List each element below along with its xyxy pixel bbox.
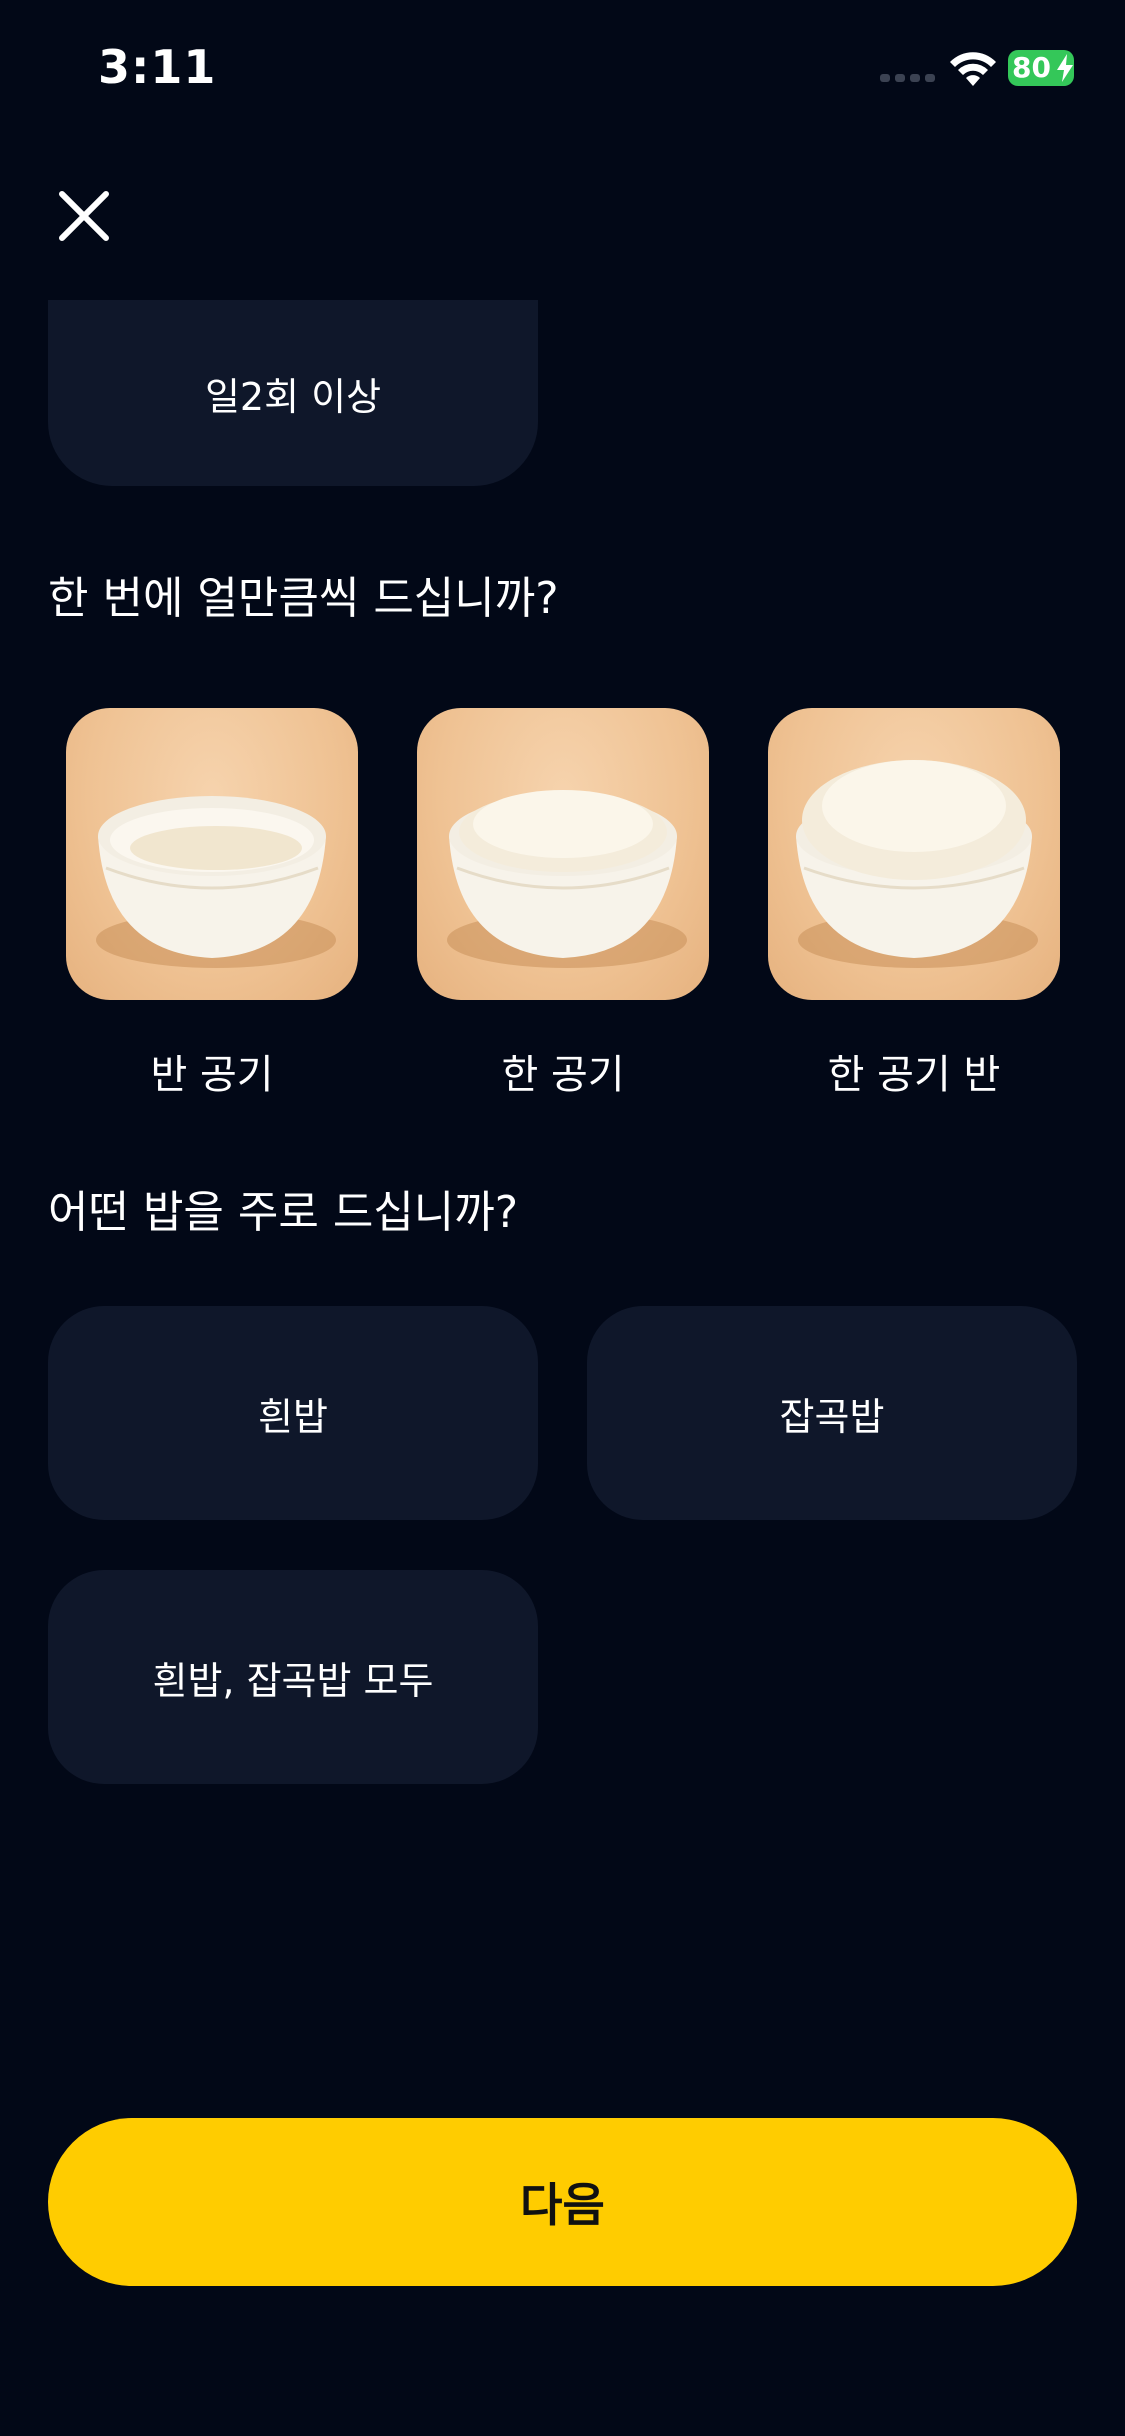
frequency-option-label: 일2회 이상 [204,374,382,419]
charging-icon [1057,54,1073,82]
signal-icon [880,74,936,84]
rice-option-label: 잡곡밥 [779,1394,885,1439]
one-half-bowl-image [796,760,1038,968]
frequency-option-twice-daily[interactable]: 일2회 이상 [48,300,538,486]
survey-screen: 3:11 80 일2회 이상 한 번에 얼만큼씩 드십니까? 반 공기 한 공기… [0,0,1125,2436]
bowl-option-half[interactable] [66,708,358,1000]
rice-option-multigrain[interactable]: 잡곡밥 [587,1306,1077,1520]
rice-option-both[interactable]: 흰밥, 잡곡밥 모두 [48,1570,538,1784]
bowl-option-one-half[interactable] [768,708,1060,1000]
half-bowl-image [96,796,336,968]
rice-option-white[interactable]: 흰밥 [48,1306,538,1520]
rice-option-label: 흰밥, 잡곡밥 모두 [152,1658,434,1703]
battery-level: 80 [1012,51,1051,84]
one-bowl-image [447,790,687,968]
status-time: 3:11 [98,40,217,94]
battery-icon: 80 [1008,50,1074,86]
close-icon[interactable] [56,188,112,244]
next-button[interactable]: 다음 [48,2118,1077,2286]
bowl-label-one-half: 한 공기 반 [827,1052,1001,1098]
rice-type-question: 어떤 밥을 주로 드십니까? [48,1187,519,1238]
amount-question: 한 번에 얼만큼씩 드십니까? [48,573,559,624]
bowl-label-half: 반 공기 [150,1052,274,1098]
wifi-icon [950,52,996,86]
bowl-option-one[interactable] [417,708,709,1000]
rice-option-label: 흰밥 [258,1394,328,1439]
bowl-label-one: 한 공기 [501,1052,625,1098]
